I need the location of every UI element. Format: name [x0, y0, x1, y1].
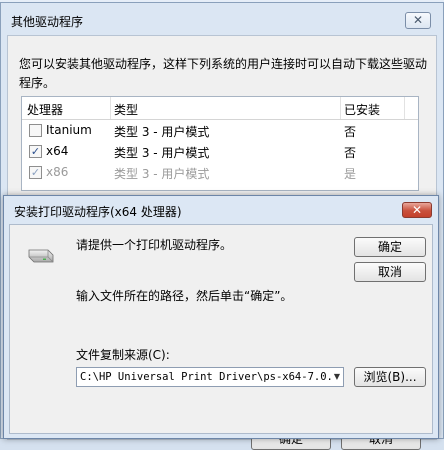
path-instructions: 输入文件所在的路径，然后单击“确定”。 — [76, 289, 293, 303]
processor-name: x86 — [46, 165, 69, 179]
chevron-down-icon[interactable]: ▼ — [334, 368, 340, 386]
processor-name: x64 — [46, 144, 69, 158]
installed-status: 否 — [344, 125, 357, 139]
install-dialog-title: 安装打印驱动程序(x64 处理器) — [14, 205, 182, 219]
processor-name: Itanium — [46, 123, 92, 137]
copy-from-path-combobox[interactable]: C:\HP Universal Print Driver\ps-x64-7.0.… — [76, 367, 344, 387]
x64-checkbox[interactable]: ✓ — [29, 145, 42, 158]
copy-from-path-value: C:\HP Universal Print Driver\ps-x64-7.0. — [80, 371, 333, 383]
close-icon: ✕ — [411, 203, 423, 217]
copy-from-label: 文件复制来源(C): — [76, 348, 170, 362]
column-divider — [110, 97, 111, 119]
install-dialog-close-button[interactable]: ✕ — [402, 202, 432, 218]
driver-type: 类型 3 - 用户模式 — [114, 167, 210, 181]
list-header: 处理器 类型 已安装 — [22, 97, 418, 120]
ok-button[interactable]: 确定 — [354, 237, 426, 257]
additional-drivers-description: 您可以安装其他驱动程序，这样下列系统的用户连接时可以自动下载这些驱动程序。 — [19, 57, 428, 90]
browse-button[interactable]: 浏览(B)... — [354, 367, 426, 387]
column-divider — [340, 97, 341, 119]
install-dialog-body: 请提供一个打印机驱动程序。 确定 取消 输入文件所在的路径，然后单击“确定”。 … — [9, 224, 433, 434]
additional-drivers-close-button[interactable]: ✕ — [405, 12, 431, 29]
driver-prompt: 请提供一个打印机驱动程序。 — [76, 238, 233, 252]
driver-type: 类型 3 - 用户模式 — [114, 125, 210, 139]
installed-status: 是 — [344, 167, 357, 181]
list-item-x64[interactable]: ✓ x64 类型 3 - 用户模式 否 — [22, 142, 418, 163]
additional-drivers-title: 其他驱动程序 — [11, 15, 84, 29]
itanium-checkbox[interactable] — [29, 124, 42, 137]
column-header-processor[interactable]: 处理器 — [27, 101, 63, 118]
close-icon: ✕ — [412, 13, 424, 27]
installed-status: 否 — [344, 146, 357, 160]
install-print-driver-dialog: 安装打印驱动程序(x64 处理器) ✕ 请提供一个打印机驱动程序。 确定 取消 … — [3, 195, 439, 439]
column-header-type[interactable]: 类型 — [114, 101, 138, 118]
processor-driver-list[interactable]: 处理器 类型 已安装 Itanium 类型 3 - 用户模式 否 ✓ x64 类… — [21, 96, 419, 191]
cancel-button[interactable]: 取消 — [354, 262, 426, 282]
column-divider — [404, 97, 405, 119]
driver-type: 类型 3 - 用户模式 — [114, 146, 210, 160]
list-item-itanium[interactable]: Itanium 类型 3 - 用户模式 否 — [22, 121, 418, 142]
x86-checkbox[interactable]: ✓ — [29, 166, 42, 179]
printer-drive-icon — [28, 249, 54, 263]
list-item-x86[interactable]: ✓ x86 类型 3 - 用户模式 是 — [22, 163, 418, 184]
column-header-installed[interactable]: 已安装 — [344, 101, 380, 118]
